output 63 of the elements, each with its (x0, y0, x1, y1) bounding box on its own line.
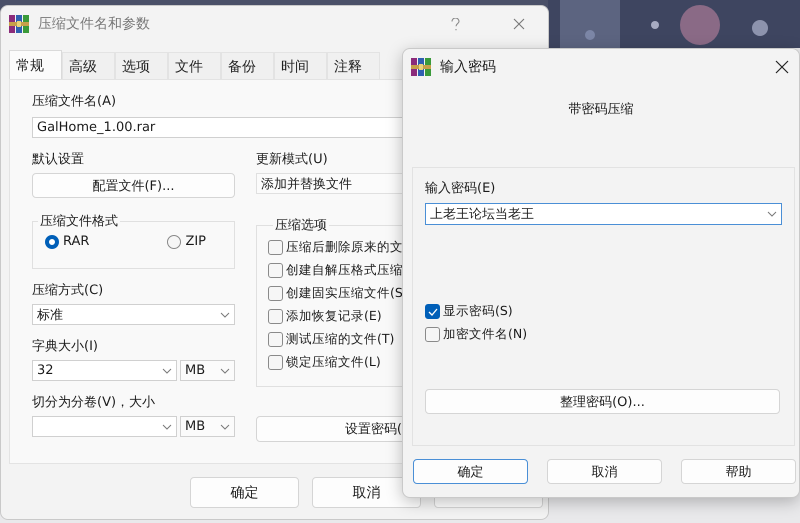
tab[interactable]: 高级 (62, 52, 115, 79)
checkbox[interactable] (425, 304, 440, 319)
checkbox-label: 创建自解压格式压缩 (286, 262, 403, 279)
checkbox-label: 加密文件名(N) (443, 326, 528, 343)
radio-option[interactable]: RAR (45, 234, 90, 249)
checkbox-label: 显示密码(S) (443, 303, 513, 320)
radio-button[interactable] (45, 234, 59, 248)
profiles-button[interactable]: 配置文件(F)... (32, 173, 235, 198)
tab[interactable]: 注释 (327, 52, 380, 79)
unit-dropdown[interactable]: MB (180, 416, 235, 437)
chevron-icon (220, 368, 230, 374)
window-title: 输入密码 (440, 58, 496, 76)
organize-passwords-button[interactable]: 整理密码(O)... (425, 389, 780, 414)
chevron-icon (220, 424, 230, 430)
group-label: 压缩文件格式 (39, 213, 119, 230)
dialog-button[interactable]: 取消 (547, 459, 662, 484)
check-icon (428, 308, 438, 316)
window-title: 压缩文件名和参数 (38, 15, 150, 33)
checkbox[interactable] (425, 327, 440, 342)
tab[interactable]: 时间 (274, 52, 327, 79)
field-label: 切分为分卷(V)，大小 (32, 395, 156, 411)
dropdown[interactable]: 32 (32, 360, 177, 381)
group-label: 压缩选项 (274, 217, 328, 234)
checkbox[interactable] (268, 263, 283, 278)
chevron-icon (767, 211, 777, 217)
field-label: 输入密码(E) (425, 181, 496, 197)
dialog-heading: 带密码压缩 (568, 101, 634, 118)
checkbox[interactable] (268, 240, 283, 255)
field-label: 压缩文件名(A) (32, 94, 118, 110)
checkbox[interactable] (268, 286, 283, 301)
tab[interactable]: 备份 (221, 52, 274, 79)
checkbox[interactable] (268, 309, 283, 324)
radio-label: ZIP (185, 234, 206, 249)
dialog-button[interactable]: 帮助 (681, 459, 796, 484)
checkbox-label: 创建固实压缩文件(S (286, 285, 403, 302)
field-label: 字典大小(I) (32, 339, 99, 355)
password-combobox[interactable]: 上老王论坛当老王 (425, 203, 782, 225)
chevron-icon (162, 424, 172, 430)
field-label: 默认设置 (32, 152, 85, 168)
unit-dropdown[interactable]: MB (180, 360, 235, 381)
help-icon[interactable] (451, 18, 460, 30)
books-icon (411, 58, 431, 76)
radio-option[interactable]: ZIP (167, 234, 206, 249)
field-label: 更新模式(U) (256, 152, 329, 168)
checkbox[interactable] (268, 355, 283, 370)
field-label: 压缩方式(C) (32, 283, 104, 299)
radio-button[interactable] (167, 234, 182, 248)
checkbox-label: 锁定压缩文件(L) (286, 354, 381, 371)
radio-label: RAR (63, 234, 90, 249)
dialog-button[interactable]: 确定 (413, 459, 528, 484)
checkbox-label: 添加恢复记录(E) (286, 308, 382, 325)
dialog-button[interactable]: 确定 (190, 477, 299, 508)
close-icon[interactable] (775, 60, 789, 74)
dropdown[interactable]: 标准 (32, 304, 235, 325)
checkbox-label: 压缩后删除原来的文 (286, 239, 403, 256)
books-icon (9, 15, 29, 33)
tab[interactable]: 文件 (168, 52, 221, 79)
chevron-icon (162, 368, 172, 374)
checkbox[interactable] (268, 332, 283, 347)
tab[interactable]: 常规 (9, 50, 62, 79)
checkbox-label: 测试压缩的文件(T) (286, 331, 394, 348)
tab[interactable]: 选项 (115, 52, 168, 79)
chevron-icon (220, 312, 230, 318)
